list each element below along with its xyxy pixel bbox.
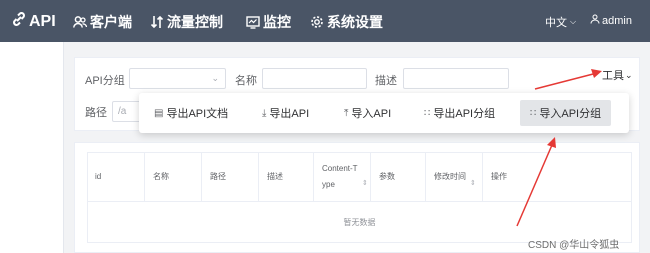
arrowhead [547,137,556,148]
annotation-arrows [516,69,602,227]
arrowhead [591,69,602,78]
arrow-to-tools [534,72,598,90]
arrow-to-import-group [516,144,553,227]
watermark: CSDN @华山令狐虫 [528,240,620,251]
